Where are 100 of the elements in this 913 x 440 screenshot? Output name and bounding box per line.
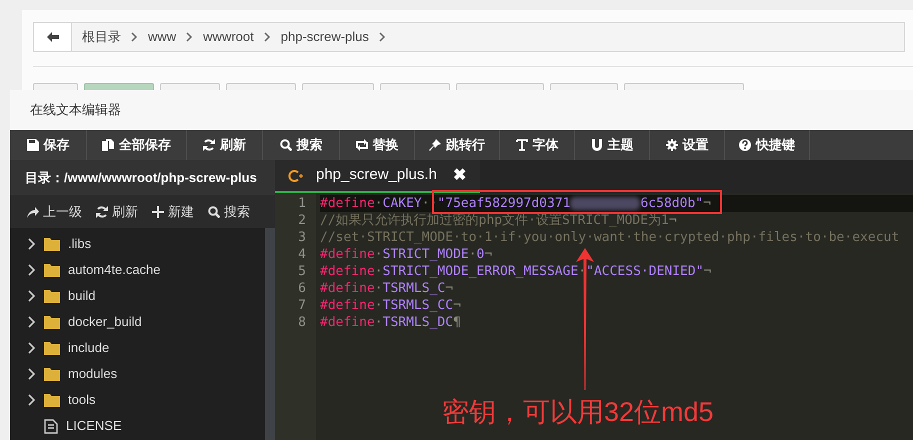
code-token: · [374,263,383,280]
back-arrow-icon [46,32,58,42]
file-tree-item[interactable]: LICENSE [10,413,265,439]
search-icon [280,139,292,151]
code-token: STRICT_MODE [382,246,469,263]
code-token: ¶ [453,314,461,331]
copy-icon [102,139,114,151]
code-token: ¬ [668,212,677,229]
file-tree-item[interactable]: modules [10,361,265,387]
line-number: 2 [297,212,307,229]
code-token: · [578,263,586,280]
code-token: TSRMLS_C [382,280,446,297]
code-token: ¬ [445,280,454,297]
file-tree-item[interactable]: .libs [10,231,265,257]
code-token: #define [320,263,375,280]
back-button[interactable] [34,23,72,51]
folder-icon [44,368,60,380]
breadcrumb-link[interactable]: 根目录 [77,27,126,47]
window-title: 在线文本编辑器 [30,101,121,120]
cpp-file-icon [288,168,306,182]
save-icon [26,139,38,151]
button-top-edge[interactable] [456,83,544,90]
button-top-edge[interactable] [380,83,450,90]
code-token: ¬ [703,195,711,212]
document-icon [44,418,58,434]
chevron-icon [131,32,138,42]
magnet-icon [590,139,602,151]
code-token: 6c58d0b" [640,195,704,212]
close-tab-button[interactable]: ✖ [452,164,466,188]
code-token: #define [320,246,375,263]
folder-icon [44,394,60,406]
breadcrumb-link[interactable]: wwwroot [198,27,259,47]
button-top-edge[interactable] [33,83,78,90]
folder-icon [44,316,60,328]
sidebar-action-button[interactable]: 上一级 [27,202,82,222]
code-token: #define [320,195,375,212]
file-tree-item[interactable]: tools [10,387,265,413]
code-token: · [374,246,383,263]
code-token: CAKEY [382,195,422,212]
button-top-edge[interactable] [550,83,618,90]
code-token: #define [320,297,375,314]
chevron-icon [378,32,386,42]
blurred-region [570,197,640,210]
breadcrumb-link[interactable]: php-screw-plus [276,27,374,47]
help-icon [739,139,751,151]
folder-icon [44,290,60,302]
button-top-edge[interactable] [226,83,296,90]
file-tree-item[interactable]: docker_build [10,309,265,335]
code-token: · [468,246,477,263]
button-top-edge[interactable] [624,83,744,90]
folder-icon [44,238,60,250]
button-top-edge[interactable] [160,83,220,90]
code-token: 0 [476,246,484,263]
sidebar-action-button[interactable]: 搜索 [208,202,250,222]
line-number: 6 [297,280,307,297]
line-number: 4 [297,246,307,263]
annotation-text: 密钥，可以用32位md5 [442,396,714,429]
code-token: ¬ [484,246,492,263]
code-token: "75eaf582997d0371 [437,195,570,212]
scrollbar[interactable] [265,228,275,440]
file-tree-item[interactable]: autom4te.cache [10,257,265,283]
file-tree-item[interactable]: include [10,335,265,361]
code-token: STRICT_MODE_ERROR_MESSAGE [382,263,578,280]
code-token: TSRMLS_CC [382,297,454,314]
code-token: TSRMLS_DC [382,314,454,331]
code-token: ¬ [453,297,461,314]
line-number: 3 [297,229,307,246]
code-token: · [374,297,383,314]
refresh-icon [96,206,108,218]
code-token: #define [320,280,375,297]
refresh-icon [203,139,215,151]
breadcrumb-link[interactable]: www [143,27,182,47]
code-token: · [374,280,383,297]
pin-icon [429,139,441,151]
sidebar-action-button[interactable]: 新建 [152,202,194,222]
swap-icon [356,139,368,151]
settings-icon [666,139,678,151]
editor-tab[interactable]: php_screw_plus.h ✖ [275,160,480,193]
folder-icon [44,342,60,354]
text-icon [516,139,528,151]
sidebar-action-button[interactable]: 刷新 [96,202,138,222]
directory-path: 目录：/www/wwwroot/php-screw-plus [25,168,257,187]
line-number: 8 [297,314,307,331]
plus-icon [152,206,164,218]
code-token: · [374,195,383,212]
line-number: 7 [297,297,307,314]
search-icon [208,206,220,218]
reply-arrow-icon [27,206,39,218]
chevron-icon [186,32,194,42]
folder-icon [44,264,60,276]
code-token: · [374,314,383,331]
code-token: "ACCESS·DENIED" [586,263,704,280]
code-token: ¬ [704,263,712,280]
code-token: //set·STRICT_MODE·to·1·if·you·only·want·the·crypted·php·files·to·be·execut [320,229,900,246]
button-top-edge[interactable] [302,83,374,90]
line-number: 5 [297,263,307,280]
button-top-edge[interactable] [84,83,154,90]
chevron-icon [264,32,271,42]
file-tree-item[interactable]: build [10,283,265,309]
code-token: #define [320,314,375,331]
